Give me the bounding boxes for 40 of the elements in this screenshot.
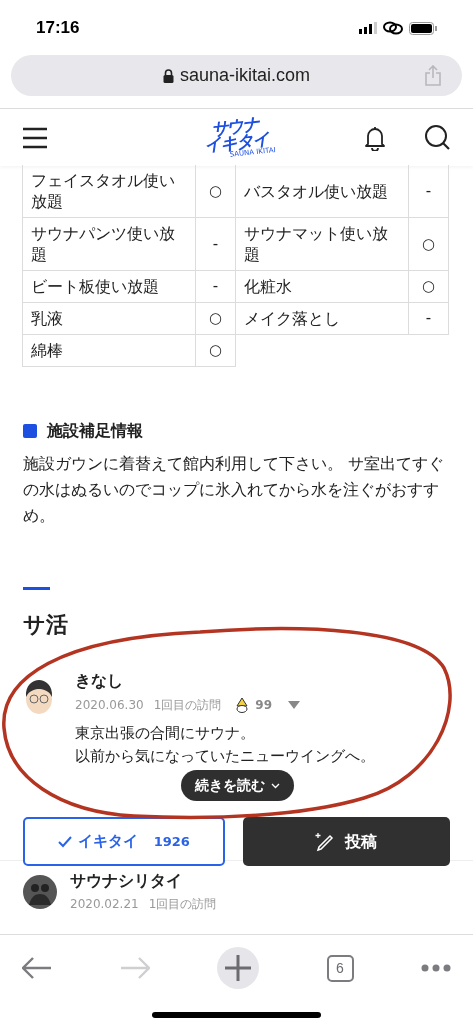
post-date: 2020.06.30 xyxy=(75,697,144,714)
signal-icon xyxy=(359,22,377,34)
battery-icon xyxy=(409,21,437,35)
address-bar[interactable]: sauna-ikitai.com xyxy=(11,55,462,96)
bell-icon[interactable] xyxy=(364,124,386,151)
read-more-button[interactable]: 続きを読む xyxy=(181,770,294,801)
check-icon xyxy=(57,835,72,848)
notes-paragraph: 施設ガウンに着替えて館内利用して下さい。 サ室出てすぐの水はぬるいのでコップに氷入れてから水を注ぐがおすすめ。 xyxy=(23,453,446,527)
pen-icon xyxy=(315,831,336,852)
url-text: sauna-ikitai.com xyxy=(179,64,311,87)
score-text: 99 xyxy=(255,697,273,714)
section-title: サ活 xyxy=(23,611,69,639)
new-tab-icon[interactable] xyxy=(217,947,259,989)
status-time: 17:16 xyxy=(36,17,80,40)
more-icon[interactable] xyxy=(421,964,451,972)
avatar[interactable] xyxy=(23,679,55,715)
tab-count-button[interactable]: 6 xyxy=(326,954,354,982)
back-icon[interactable] xyxy=(22,957,52,979)
post-date: 2020.02.21 xyxy=(70,896,139,913)
post-text: 東京出張の合間にサウナ。 xyxy=(75,723,256,744)
table-cell: ○ xyxy=(195,334,236,367)
table-cell: 綿棒 xyxy=(22,334,196,367)
user-name[interactable]: サウナシリタイ xyxy=(70,869,217,893)
table-cell: - xyxy=(408,302,449,335)
section-marker-icon xyxy=(23,424,37,438)
chevron-down-icon xyxy=(271,782,280,789)
user-name[interactable]: きなし xyxy=(75,669,375,693)
lock-icon xyxy=(162,68,174,83)
visit-count: 1回目の訪問 xyxy=(153,697,222,714)
section-heading: 施設補足情報 xyxy=(47,420,143,442)
search-icon[interactable] xyxy=(424,124,451,151)
avatar[interactable] xyxy=(23,875,57,909)
post-button[interactable]: 投稿 xyxy=(242,817,450,866)
sauna-hat-icon xyxy=(235,697,250,713)
visit-count: 1回目の訪問 xyxy=(148,896,217,913)
link-icon xyxy=(383,21,403,35)
menu-icon[interactable] xyxy=(22,126,48,149)
ikitai-button[interactable]: イキタイ 1926 xyxy=(23,817,225,866)
post-text: 以前から気になっていたニューウイングへ。 xyxy=(75,746,375,767)
dropdown-caret-icon[interactable] xyxy=(288,701,301,709)
